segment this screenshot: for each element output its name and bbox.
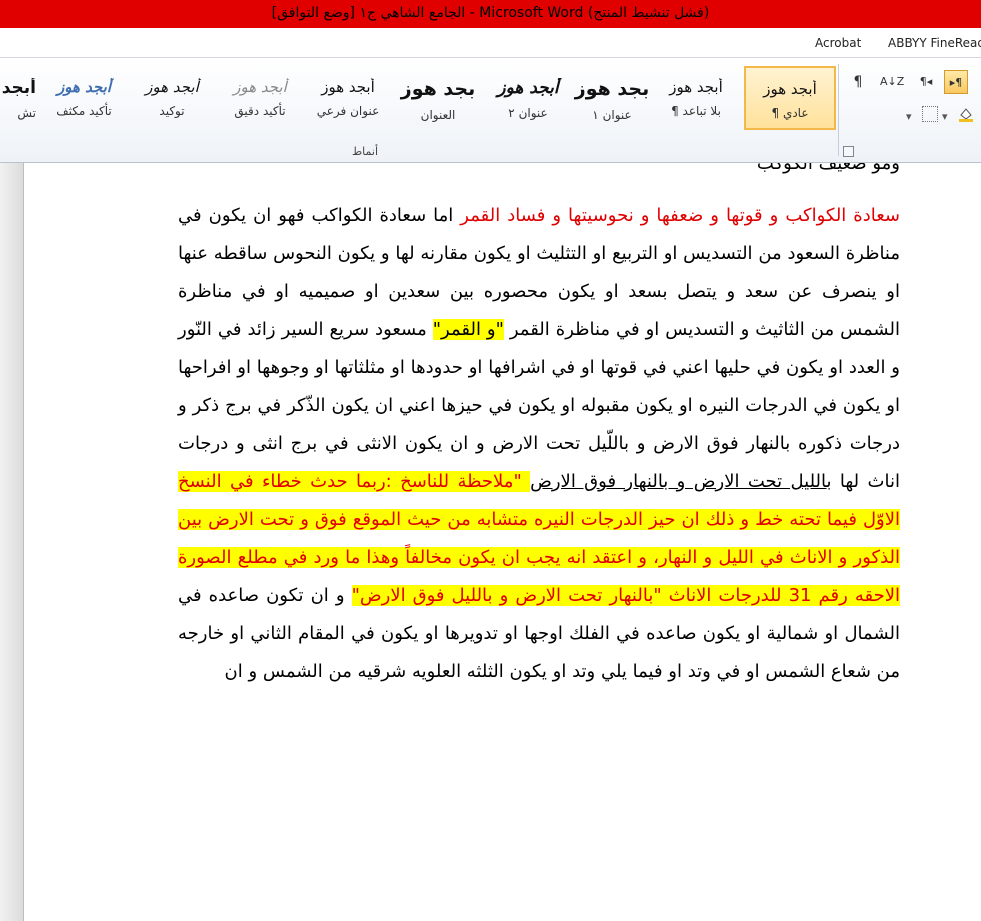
cut-off-line: ومو ضعيف الكوكب (756, 163, 900, 174)
tab-acrobat[interactable]: Acrobat (815, 36, 861, 50)
style-title[interactable]: بجد هوز العنوان (392, 66, 484, 130)
style-name: تأكيد دقيق (234, 104, 286, 118)
style-name: عنوان فرعي (316, 104, 380, 118)
style-sample: أبجد هوز (669, 78, 723, 96)
style-name: تأكيد مكثف (56, 104, 112, 118)
style-name: توكيد (159, 104, 185, 118)
document-page[interactable]: ومو ضعيف الكوكب سعادة الكواكب و قوتها و … (24, 163, 981, 921)
dropdown-arrow-icon[interactable]: ▾ (942, 110, 948, 123)
style-emphasis[interactable]: أبجد هوز توكيد (126, 66, 218, 130)
text-underlined: بالليل تحت الارض و بالنهار فوق الارض (530, 471, 832, 492)
shading-icon[interactable] (958, 106, 974, 122)
style-name: تش (17, 106, 36, 120)
document-body[interactable]: سعادة الكواكب و قوتها و ضعفها و نحوسيتها… (178, 197, 900, 691)
style-sample: بجد هوز (574, 78, 650, 100)
styles-group-label: أنماط (352, 145, 379, 158)
style-sample: أبجد هوز (497, 78, 559, 98)
style-sample: أبجد هوز (56, 78, 112, 96)
style-sample: أبجد هوز (321, 78, 375, 96)
text-red-heading: سعادة الكواكب و قوتها و ضعفها و نحوسيتها… (460, 205, 900, 226)
style-subtitle[interactable]: أبجد هوز عنوان فرعي (302, 66, 394, 130)
window-title: الجامع الشاهي ج١ [وضع التوافق] - Microso… (271, 5, 710, 21)
ribbon-home: أبجد هوز ¶ عادي أبجد هوز ¶ بلا تباعد بجد… (0, 58, 981, 163)
text-segment: مسعود سريع السير زائد في النّور و العدد … (178, 319, 900, 492)
style-name: ¶ عادي (771, 106, 809, 120)
vertical-ruler (0, 163, 24, 921)
ribbon-tabs-row: ABBYY FineRead Acrobat (0, 28, 981, 58)
style-sample: أبجد هوز (233, 78, 287, 96)
sort-button[interactable]: A↓Z (880, 70, 904, 94)
style-normal[interactable]: أبجد هوز ¶ عادي (744, 66, 836, 130)
style-no-spacing[interactable]: أبجد هوز ¶ بلا تباعد (650, 66, 742, 130)
dropdown-arrow-icon[interactable]: ▾ (906, 110, 912, 123)
style-name: العنوان (420, 108, 456, 122)
style-intense-emphasis[interactable]: أبجد هوز تأكيد مكثف (38, 66, 130, 130)
styles-gallery: أبجد هوز ¶ عادي أبجد هوز ¶ بلا تباعد بجد… (0, 60, 836, 144)
ltr-direction-button[interactable]: ¶◂ (914, 70, 938, 94)
style-name: ¶ بلا تباعد (671, 104, 721, 118)
tab-abbyy-finereader[interactable]: ABBYY FineRead (888, 36, 981, 50)
text-highlighted: "و القمر" (432, 319, 504, 340)
rtl-direction-button[interactable]: ▸¶ (944, 70, 968, 94)
style-subtle-emphasis[interactable]: أبجد هوز تأكيد دقيق (214, 66, 306, 130)
style-sample: أبجد هوز (145, 78, 199, 96)
ribbon-separator (838, 64, 839, 156)
style-heading-1[interactable]: بجد هوز عنوان ١ (566, 66, 658, 130)
style-sample: أبجد هوز (763, 80, 817, 98)
style-name: عنوان ١ (592, 108, 632, 122)
style-name: عنوان ٢ (508, 106, 548, 120)
style-heading-2[interactable]: أبجد هوز عنوان ٢ (482, 66, 574, 130)
style-sample: بجد هوز (400, 78, 476, 100)
borders-icon[interactable] (922, 106, 938, 122)
show-formatting-button[interactable]: ¶ (846, 70, 870, 94)
styles-dialog-launcher-icon[interactable] (843, 146, 854, 157)
style-sample: أبجد (1, 78, 36, 98)
title-bar: الجامع الشاهي ج١ [وضع التوافق] - Microso… (0, 0, 981, 28)
style-partial[interactable]: أبجد تش (0, 66, 36, 130)
